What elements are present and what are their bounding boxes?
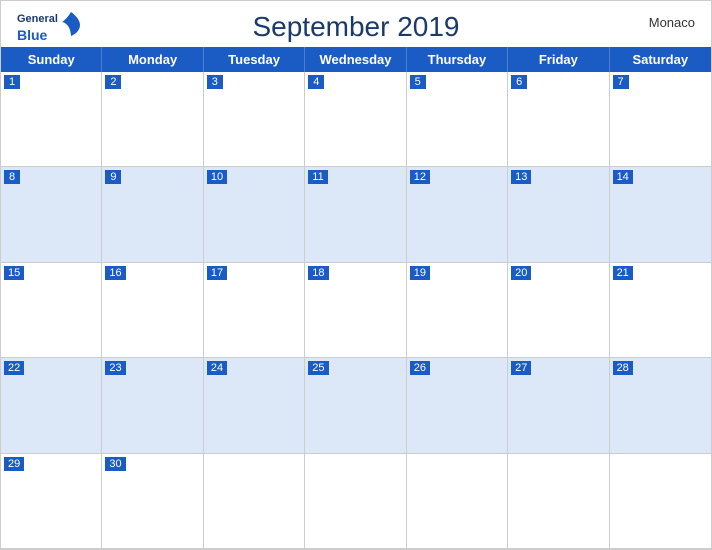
logo-bird-icon xyxy=(62,12,80,38)
day-cell-3: 3 xyxy=(204,72,305,167)
day-number: 3 xyxy=(207,75,223,89)
day-number: 22 xyxy=(4,361,24,375)
day-cell-5: 5 xyxy=(407,72,508,167)
day-number: 27 xyxy=(511,361,531,375)
day-header-friday: Friday xyxy=(508,47,609,72)
day-cell-29: 29 xyxy=(1,454,102,549)
logo-general-text: General xyxy=(17,13,58,25)
day-cell-21: 21 xyxy=(610,263,711,358)
day-number: 4 xyxy=(308,75,324,89)
day-number: 16 xyxy=(105,266,125,280)
country-label: Monaco xyxy=(649,15,695,30)
day-cell-30: 30 xyxy=(102,454,203,549)
day-number: 9 xyxy=(105,170,121,184)
day-cell-1: 1 xyxy=(1,72,102,167)
day-number: 26 xyxy=(410,361,430,375)
day-number: 25 xyxy=(308,361,328,375)
day-number: 14 xyxy=(613,170,633,184)
day-number: 15 xyxy=(4,266,24,280)
day-cell-23: 23 xyxy=(102,358,203,453)
day-cell-7: 7 xyxy=(610,72,711,167)
day-number: 10 xyxy=(207,170,227,184)
day-number: 23 xyxy=(105,361,125,375)
day-cell-8: 8 xyxy=(1,167,102,262)
day-header-saturday: Saturday xyxy=(610,47,711,72)
day-number: 12 xyxy=(410,170,430,184)
day-number: 1 xyxy=(4,75,20,89)
logo: General Blue xyxy=(17,9,80,45)
day-cell-28: 28 xyxy=(610,358,711,453)
day-number: 30 xyxy=(105,457,125,471)
day-cell-26: 26 xyxy=(407,358,508,453)
day-number: 6 xyxy=(511,75,527,89)
day-cell-2: 2 xyxy=(102,72,203,167)
day-cell-25: 25 xyxy=(305,358,406,453)
day-cell-22: 22 xyxy=(1,358,102,453)
day-cell-15: 15 xyxy=(1,263,102,358)
day-cell-6: 6 xyxy=(508,72,609,167)
empty-day-cell xyxy=(204,454,305,549)
day-number: 7 xyxy=(613,75,629,89)
day-header-thursday: Thursday xyxy=(407,47,508,72)
day-number: 11 xyxy=(308,170,327,184)
day-headers-row: SundayMondayTuesdayWednesdayThursdayFrid… xyxy=(1,47,711,72)
day-cell-9: 9 xyxy=(102,167,203,262)
day-number: 19 xyxy=(410,266,430,280)
day-number: 29 xyxy=(4,457,24,471)
day-cell-18: 18 xyxy=(305,263,406,358)
empty-day-cell xyxy=(610,454,711,549)
calendar-title: September 2019 xyxy=(252,11,459,43)
day-number: 18 xyxy=(308,266,328,280)
day-cell-19: 19 xyxy=(407,263,508,358)
day-cell-13: 13 xyxy=(508,167,609,262)
day-cell-27: 27 xyxy=(508,358,609,453)
day-cell-4: 4 xyxy=(305,72,406,167)
empty-day-cell xyxy=(508,454,609,549)
day-number: 20 xyxy=(511,266,531,280)
empty-day-cell xyxy=(305,454,406,549)
day-number: 5 xyxy=(410,75,426,89)
logo-blue-text: Blue xyxy=(17,27,47,43)
day-cell-17: 17 xyxy=(204,263,305,358)
day-cell-24: 24 xyxy=(204,358,305,453)
day-cell-16: 16 xyxy=(102,263,203,358)
day-header-tuesday: Tuesday xyxy=(204,47,305,72)
day-cell-14: 14 xyxy=(610,167,711,262)
calendar: General Blue September 2019 Monaco Sunda… xyxy=(0,0,712,550)
day-number: 21 xyxy=(613,266,633,280)
day-number: 2 xyxy=(105,75,121,89)
calendar-grid: 1234567891011121314151617181920212223242… xyxy=(1,72,711,549)
empty-day-cell xyxy=(407,454,508,549)
day-number: 24 xyxy=(207,361,227,375)
day-number: 17 xyxy=(207,266,227,280)
day-number: 13 xyxy=(511,170,531,184)
calendar-header: General Blue September 2019 Monaco xyxy=(1,1,711,47)
day-cell-11: 11 xyxy=(305,167,406,262)
day-cell-12: 12 xyxy=(407,167,508,262)
day-cell-20: 20 xyxy=(508,263,609,358)
day-number: 8 xyxy=(4,170,20,184)
day-number: 28 xyxy=(613,361,633,375)
day-header-monday: Monday xyxy=(102,47,203,72)
day-header-sunday: Sunday xyxy=(1,47,102,72)
day-cell-10: 10 xyxy=(204,167,305,262)
day-header-wednesday: Wednesday xyxy=(305,47,406,72)
